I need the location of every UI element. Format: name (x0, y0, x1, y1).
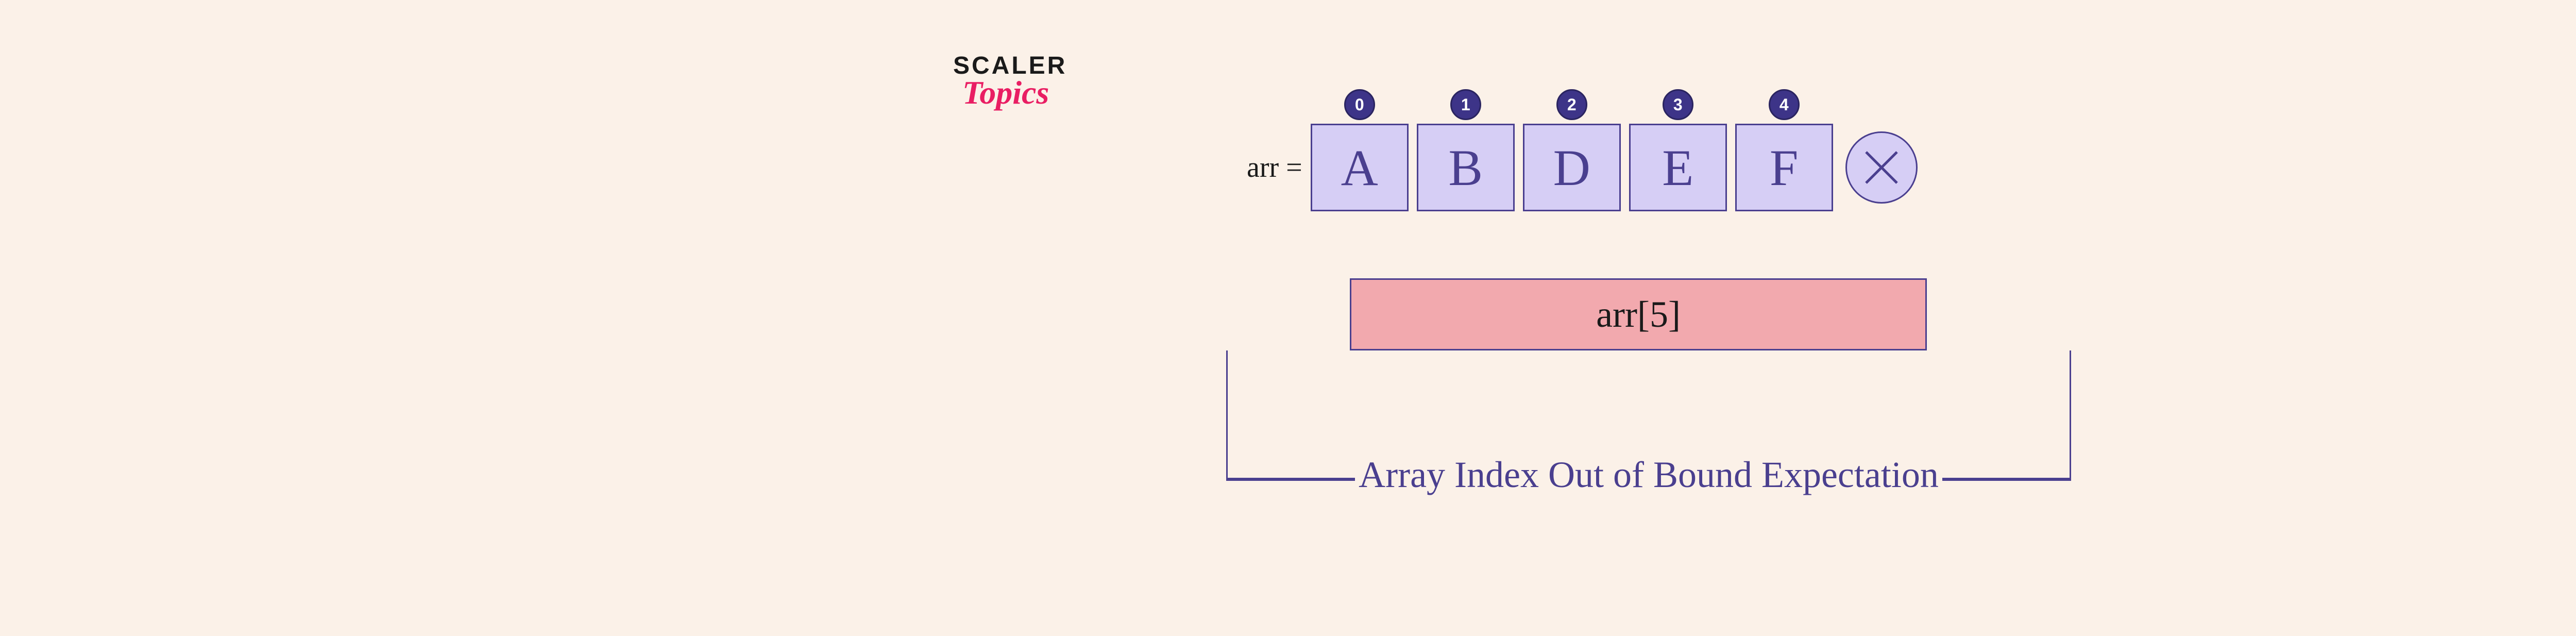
index-badge: 4 (1769, 89, 1800, 120)
out-of-bounds-marker (1845, 131, 1918, 204)
logo-subbrand-text: Topics (962, 74, 1049, 112)
index-badge: 2 (1556, 89, 1587, 120)
array-cells: 0 A 1 B 2 D 3 E 4 F (1311, 124, 1841, 211)
cell-value: D (1553, 138, 1590, 197)
cell-value: F (1770, 138, 1799, 197)
array-row: arr = 0 A 1 B 2 D 3 E 4 F (1247, 124, 2061, 211)
cell-value: B (1448, 138, 1483, 197)
array-diagram: arr = 0 A 1 B 2 D 3 E 4 F (1236, 124, 2061, 350)
array-access-expression: arr[5] (1596, 293, 1681, 336)
array-cell: 4 F (1735, 124, 1833, 211)
index-badge: 1 (1450, 89, 1481, 120)
array-access-expression-box: arr[5] (1350, 278, 1927, 350)
array-cell: 1 B (1417, 124, 1515, 211)
cell-value: A (1341, 138, 1378, 197)
index-badge: 0 (1344, 89, 1375, 120)
array-cell: 0 A (1311, 124, 1409, 211)
array-cell: 2 D (1523, 124, 1621, 211)
index-badge: 3 (1663, 89, 1693, 120)
exception-message: Array Index Out of Bound Expectation (1236, 454, 2061, 496)
array-cell: 3 E (1629, 124, 1727, 211)
brand-logo: SCALER Topics (953, 52, 1067, 112)
cross-icon (1861, 147, 1902, 188)
cell-value: E (1662, 138, 1693, 197)
array-variable-label: arr = (1247, 151, 1302, 184)
